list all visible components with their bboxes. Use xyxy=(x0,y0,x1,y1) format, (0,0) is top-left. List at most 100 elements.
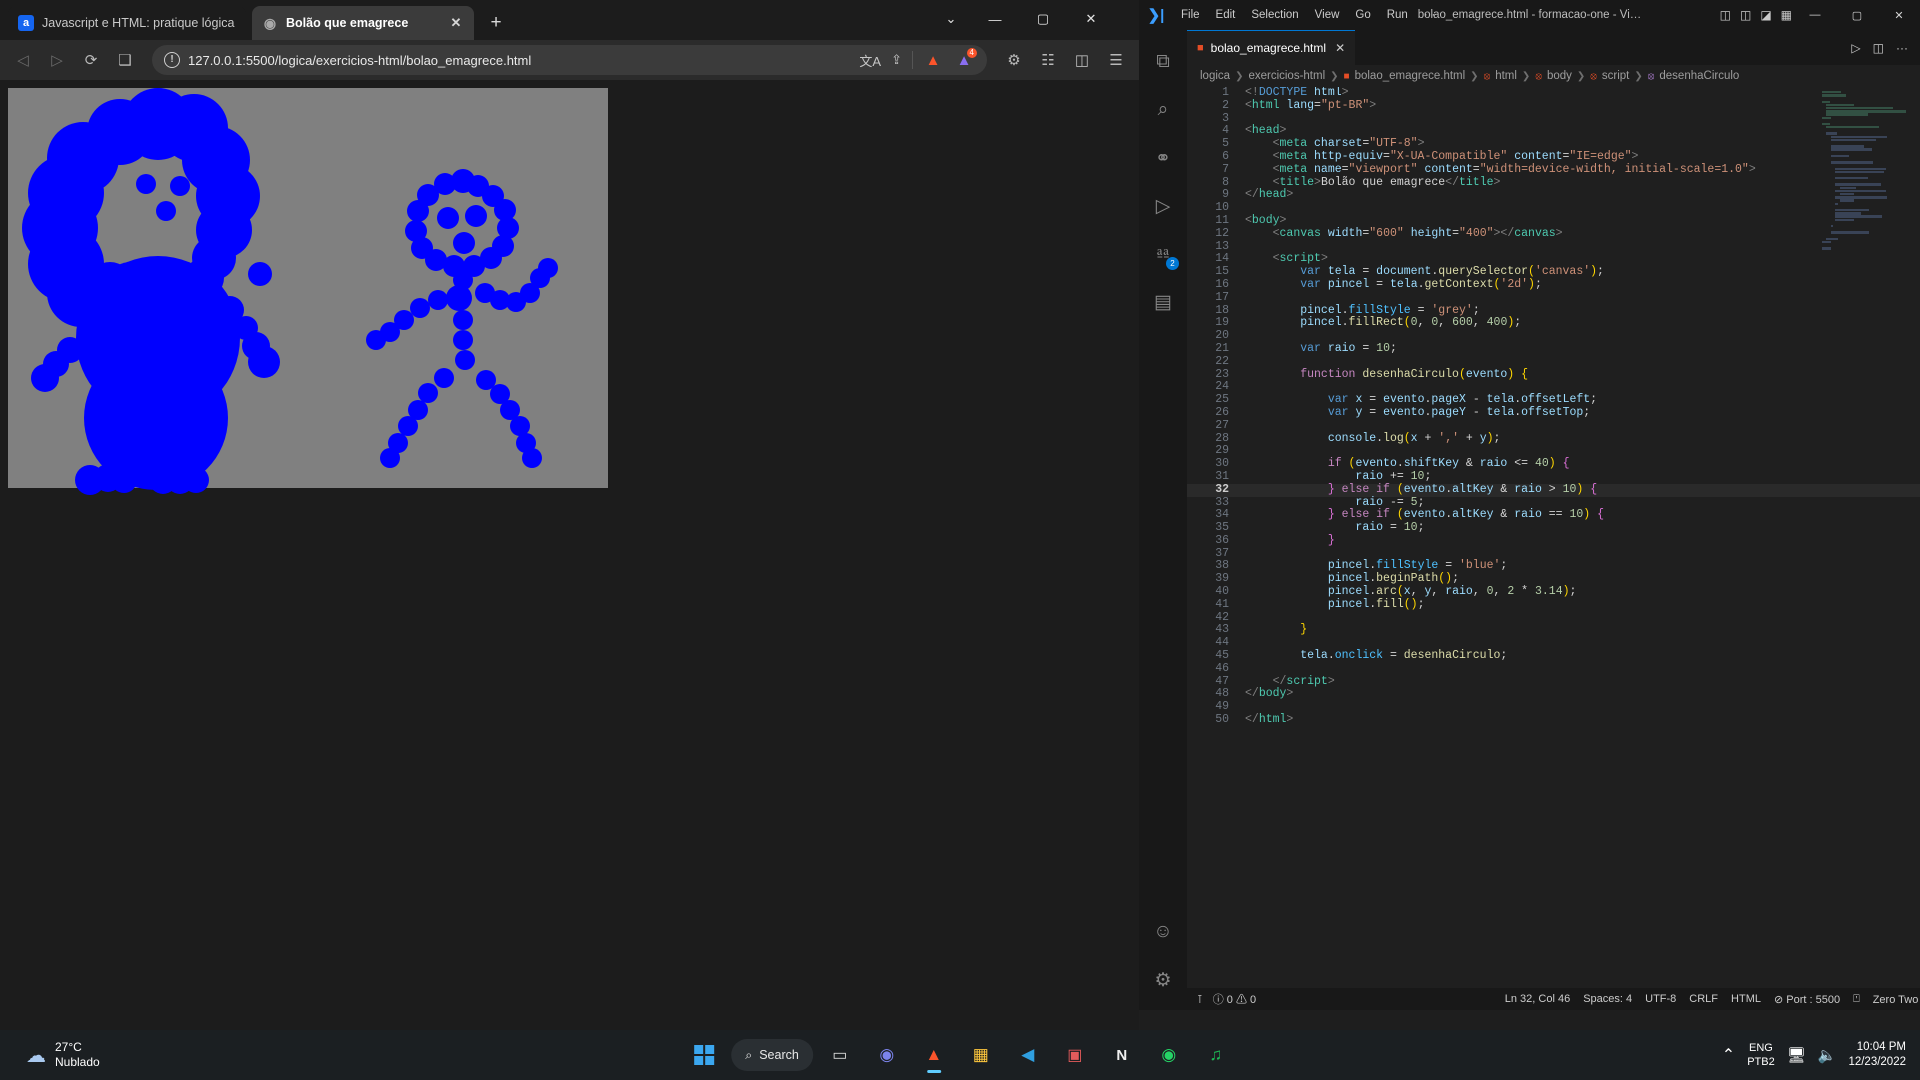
code-line[interactable]: 9 </head> xyxy=(1187,188,1920,202)
more-menu-icon[interactable]: ☰ xyxy=(1101,45,1131,75)
toggle-primary-sidebar-icon[interactable]: ◫ xyxy=(1720,8,1731,22)
menu-edit[interactable]: Edit xyxy=(1208,0,1244,30)
toggle-secondary-sidebar-icon[interactable]: ◪ xyxy=(1760,8,1771,22)
notion-icon[interactable]: N xyxy=(1102,1035,1142,1075)
new-tab-button[interactable]: + xyxy=(484,12,508,36)
code-line[interactable]: 10 xyxy=(1187,201,1920,215)
weather-widget[interactable]: ☁ 27°C Nublado xyxy=(0,1040,100,1070)
back-icon[interactable]: ◁ xyxy=(8,45,38,75)
forward-icon[interactable]: ▷ xyxy=(42,45,72,75)
code-line[interactable]: 3 xyxy=(1187,112,1920,126)
settings-gear-icon[interactable]: ⚙ xyxy=(1139,956,1187,1004)
browser-tab-inactive[interactable]: a Javascript e HTML: pratique lógica com xyxy=(8,6,246,40)
menu-run[interactable]: Run xyxy=(1379,0,1416,30)
minimize-button[interactable]: — xyxy=(973,4,1017,34)
browser-tab-active[interactable]: ◉ Bolão que emagrece ✕ xyxy=(252,6,474,40)
code-line[interactable]: 2 <html lang="pt-BR"> xyxy=(1187,99,1920,113)
error-count[interactable]: ⓘ 0 ⚠ 0 xyxy=(1213,991,1256,1007)
tray-chevron-up-icon[interactable]: ⌃ xyxy=(1722,1045,1735,1065)
task-view-icon[interactable]: ▭ xyxy=(820,1035,860,1075)
eol[interactable]: CRLF xyxy=(1689,993,1718,1005)
bookmark-icon[interactable]: ❑ xyxy=(110,45,140,75)
menu-selection[interactable]: Selection xyxy=(1243,0,1306,30)
encoding[interactable]: UTF-8 xyxy=(1645,993,1676,1005)
close-window-button[interactable]: ✕ xyxy=(1069,4,1113,34)
code-line[interactable]: 17 xyxy=(1187,291,1920,305)
vscode-close-button[interactable]: ✕ xyxy=(1878,0,1920,30)
code-line[interactable]: 26 var y = evento.pageY - tela.offsetTop… xyxy=(1187,406,1920,420)
run-and-debug-icon[interactable]: ▷ xyxy=(1139,182,1187,230)
file-explorer-icon[interactable]: ▦ xyxy=(961,1035,1001,1075)
clock[interactable]: 10:04 PM 12/23/2022 xyxy=(1848,1040,1906,1070)
code-line[interactable]: 50 </html> xyxy=(1187,713,1920,727)
code-line[interactable]: 32 } else if (evento.altKey & raio > 10)… xyxy=(1187,483,1920,497)
code-editor[interactable]: 1 <!DOCTYPE html> 2 <html lang="pt-BR"> 3 4 <h… xyxy=(1187,87,1920,917)
brave-shields-icon[interactable]: ▲ 4 xyxy=(953,48,977,71)
menu-view[interactable]: View xyxy=(1307,0,1348,30)
live-share-icon[interactable]: ⍞ xyxy=(1853,993,1860,1006)
code-line[interactable]: 41 pincel.fill(); xyxy=(1187,598,1920,612)
translate-icon[interactable]: 文A xyxy=(859,51,881,70)
customize-layout-icon[interactable]: ▦ xyxy=(1781,8,1792,22)
sidebar-icon[interactable]: ◫ xyxy=(1067,45,1097,75)
address-bar[interactable]: ! 127.0.0.1:5500/logica/exercicios-html/… xyxy=(152,45,987,75)
breadcrumb-exercicios-html[interactable]: exercicios-html xyxy=(1248,70,1325,82)
code-line[interactable]: 35 raio = 10; xyxy=(1187,521,1920,535)
split-editor-icon[interactable]: ◫ xyxy=(1873,41,1884,55)
extensions-icon[interactable]: ⎂ 2 xyxy=(1139,230,1187,278)
breadcrumb-desenhacirculo[interactable]: desenhaCirculo xyxy=(1659,70,1739,82)
indentation[interactable]: Spaces: 4 xyxy=(1583,993,1632,1005)
editor-tab-bolao-emagrece[interactable]: ■ bolao_emagrece.html ✕ xyxy=(1187,30,1356,65)
breadcrumb-file[interactable]: bolao_emagrece.html xyxy=(1355,70,1466,82)
brave-lion-icon[interactable]: ▲ xyxy=(923,50,943,70)
code-line[interactable]: 19 pincel.fillRect(0, 0, 600, 400); xyxy=(1187,316,1920,330)
breadcrumb-body[interactable]: body xyxy=(1547,70,1572,82)
extensions-icon[interactable]: ⚙ xyxy=(999,45,1029,75)
remote-window-icon[interactable]: ⊺ xyxy=(1197,993,1203,1006)
code-line[interactable]: 8 <title>Bolão que emagrece</title> xyxy=(1187,176,1920,190)
toggle-panel-icon[interactable]: ◫ xyxy=(1740,8,1751,22)
reload-icon[interactable]: ⟳ xyxy=(76,45,106,75)
breadcrumb-html[interactable]: html xyxy=(1495,70,1517,82)
language-mode[interactable]: HTML xyxy=(1731,993,1761,1005)
database-icon[interactable]: ▤ xyxy=(1139,278,1187,326)
code-line[interactable]: 21 var raio = 10; xyxy=(1187,342,1920,356)
puzzle-icon[interactable]: ☷ xyxy=(1033,45,1063,75)
close-icon[interactable]: ✕ xyxy=(1335,41,1345,55)
run-file-icon[interactable]: ▷ xyxy=(1851,41,1860,55)
menu-file[interactable]: File xyxy=(1173,0,1208,30)
brave-icon[interactable]: ▲ xyxy=(914,1035,954,1075)
editor-scrollbar[interactable] xyxy=(1906,87,1920,917)
code-line[interactable]: 49 xyxy=(1187,700,1920,714)
code-line[interactable]: 16 var pincel = tela.getContext('2d'); xyxy=(1187,278,1920,292)
search-icon[interactable]: ⌕ xyxy=(1139,86,1187,134)
teams-icon[interactable]: ◉ xyxy=(867,1035,907,1075)
taskbar-search-box[interactable]: ⌕ Search xyxy=(731,1039,813,1071)
code-line[interactable]: 47 </script> xyxy=(1187,675,1920,689)
media-icon[interactable]: ▣ xyxy=(1055,1035,1095,1075)
code-line[interactable]: 36 } xyxy=(1187,534,1920,548)
close-icon[interactable]: ✕ xyxy=(448,15,464,31)
minimap[interactable] xyxy=(1822,91,1906,250)
network-icon[interactable]: 🖥 xyxy=(1787,1046,1806,1064)
site-info-icon[interactable]: ! xyxy=(164,52,180,68)
more-actions-icon[interactable]: ··· xyxy=(1896,41,1908,55)
breadcrumb-logica[interactable]: logica xyxy=(1200,70,1230,82)
whatsapp-icon[interactable]: ◉ xyxy=(1149,1035,1189,1075)
code-line[interactable]: 12 <canvas width="600" height="400"></ca… xyxy=(1187,227,1920,241)
chevron-down-icon[interactable]: ⌄ xyxy=(929,4,973,34)
vscode-maximize-button[interactable]: ▢ xyxy=(1836,0,1878,30)
maximize-button[interactable]: ▢ xyxy=(1021,4,1065,34)
source-control-icon[interactable]: ⚭ xyxy=(1139,134,1187,182)
spotify-icon[interactable]: ♫ xyxy=(1196,1035,1236,1075)
menu-go[interactable]: Go xyxy=(1347,0,1378,30)
vscode-minimize-button[interactable]: — xyxy=(1794,0,1836,30)
code-line[interactable]: 48 </body> xyxy=(1187,688,1920,701)
code-line[interactable]: 45 tela.onclick = desenhaCirculo; xyxy=(1187,649,1920,663)
share-icon[interactable]: ⇪ xyxy=(891,52,902,68)
code-line[interactable]: 43 } xyxy=(1187,624,1920,637)
cursor-position[interactable]: Ln 32, Col 46 xyxy=(1505,993,1570,1005)
breadcrumb-script[interactable]: script xyxy=(1602,70,1629,82)
vscode-icon[interactable]: ◀ xyxy=(1008,1035,1048,1075)
code-line[interactable]: 28 console.log(x + ',' + y); xyxy=(1187,432,1920,446)
